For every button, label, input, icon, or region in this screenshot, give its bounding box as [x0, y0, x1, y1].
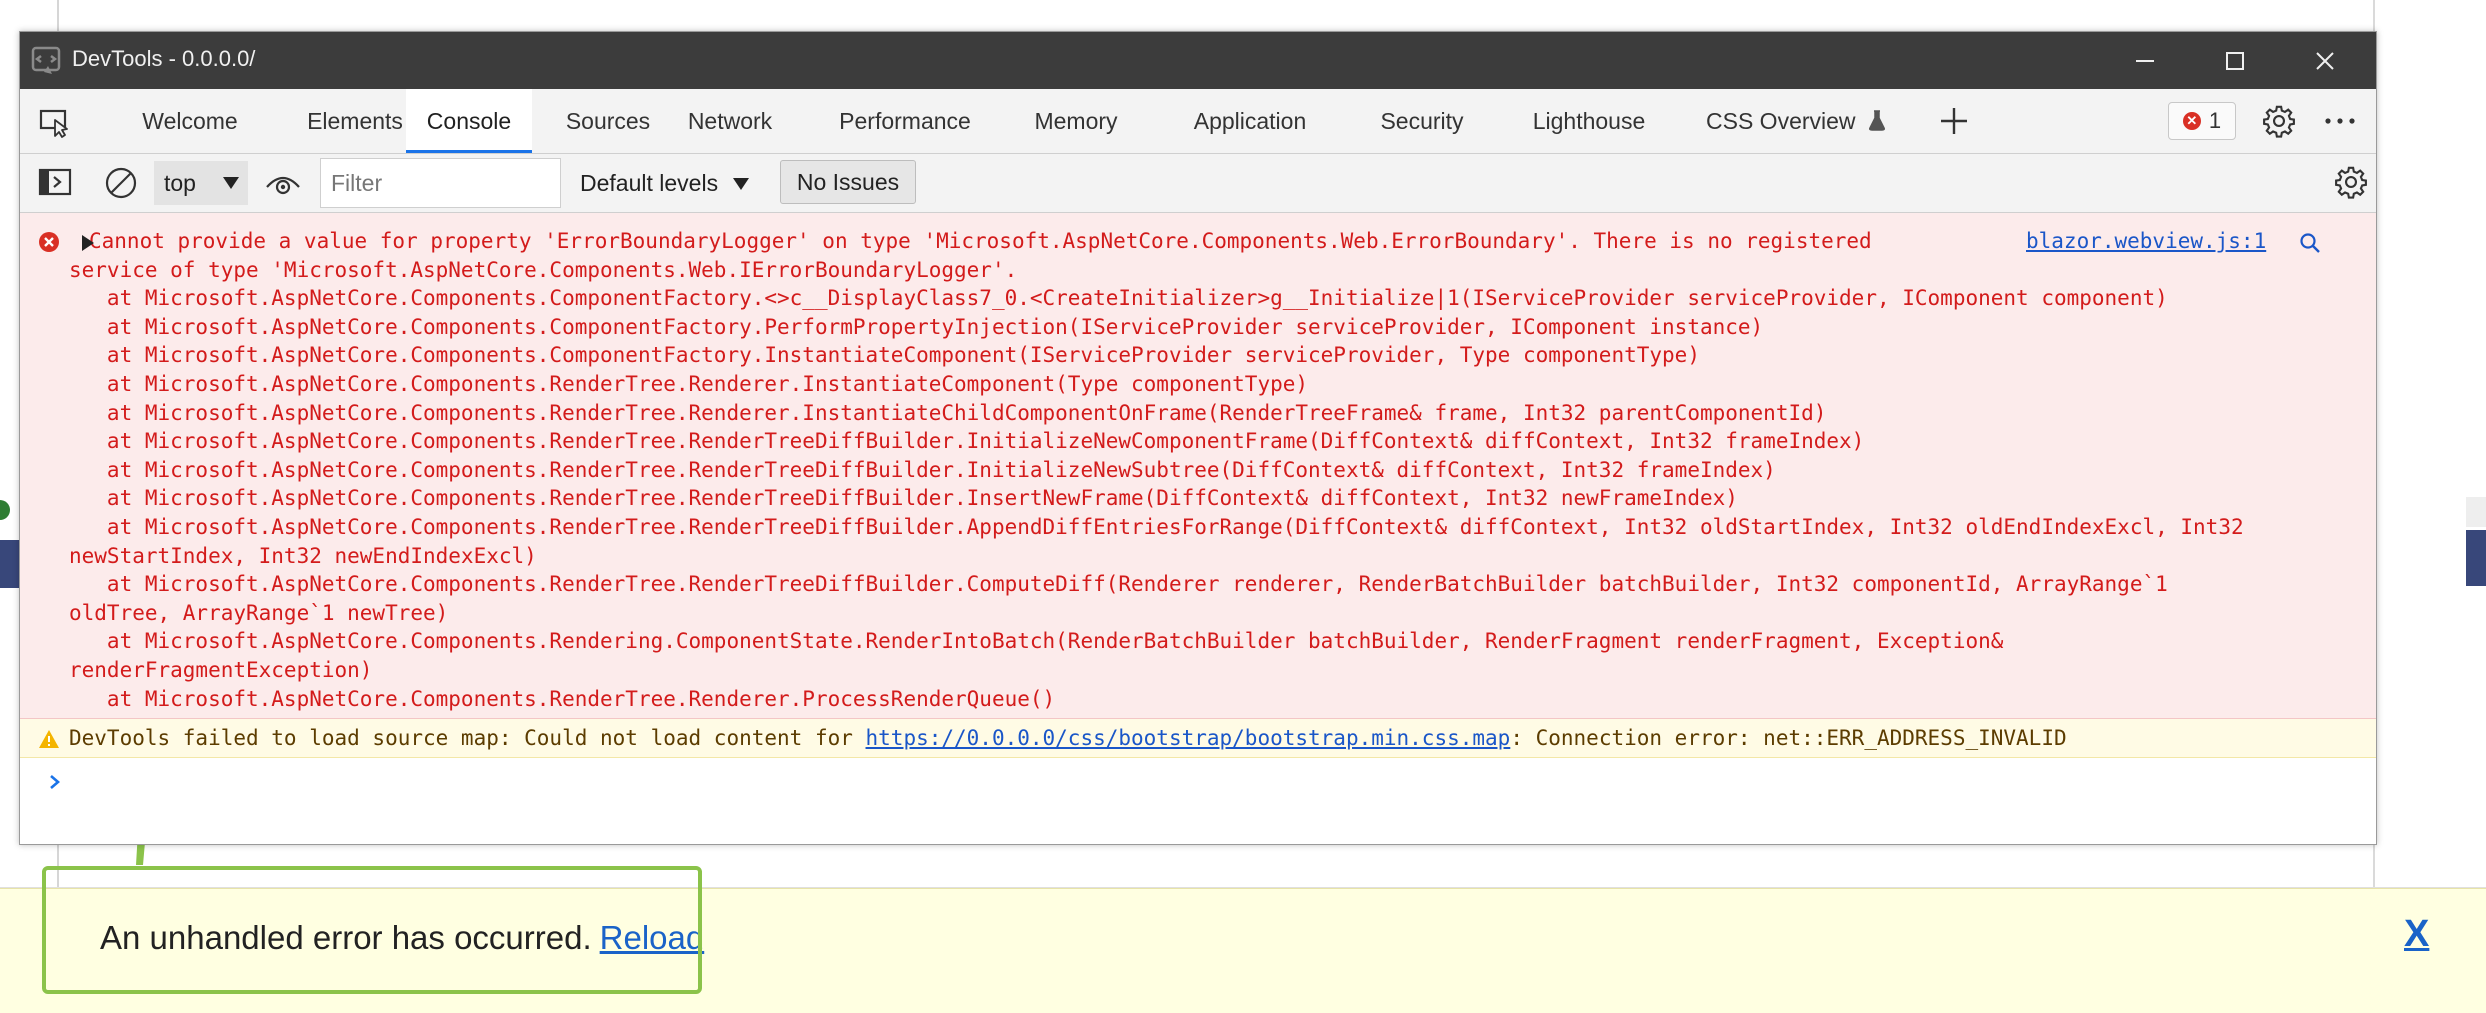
maximize-icon [2226, 51, 2244, 70]
main-tab-bar: Welcome Elements Console Sources Network… [20, 89, 2376, 154]
expand-triangle-icon[interactable] [80, 234, 96, 252]
live-expression-button[interactable] [264, 165, 302, 206]
background-app-band-left [0, 540, 20, 588]
console-error-message[interactable]: Cannot provide a value for property 'Err… [20, 213, 2376, 719]
source-map-link[interactable]: https://0.0.0.0/css/bootstrap/bootstrap.… [866, 726, 1511, 750]
tab-performance[interactable]: Performance [820, 89, 990, 153]
error-stack-trace: Cannot provide a value for property 'Err… [69, 229, 2244, 711]
prompt-chevron-icon [50, 775, 60, 789]
console-messages: Cannot provide a value for property 'Err… [20, 213, 2376, 844]
warning-prefix: DevTools failed to load source map: Coul… [69, 726, 866, 750]
customize-menu-button[interactable] [2320, 109, 2360, 138]
filter-input[interactable] [320, 158, 561, 208]
console-settings-button[interactable] [2334, 165, 2368, 204]
eye-icon [266, 176, 300, 195]
error-count: 1 [2208, 108, 2222, 133]
more-options-icon [2325, 118, 2355, 124]
tab-welcome[interactable]: Welcome [120, 89, 260, 153]
minimize-icon [2136, 59, 2154, 62]
device-emulation-button[interactable] [38, 106, 70, 143]
tab-memory[interactable]: Memory [1016, 89, 1136, 153]
close-icon [2316, 51, 2334, 70]
title-bar: DevTools - 0.0.0.0/ [20, 32, 2376, 89]
console-warning-message[interactable]: DevTools failed to load source map: Coul… [20, 719, 2376, 758]
log-levels-dropdown[interactable]: Default levels [580, 161, 750, 205]
more-tabs-button[interactable] [1938, 105, 1970, 142]
error-icon [39, 232, 59, 252]
search-icon[interactable] [2298, 231, 2322, 255]
tab-network[interactable]: Network [670, 89, 790, 153]
warning-suffix: : Connection error: net::ERR_ADDRESS_INV… [1510, 726, 2067, 750]
highlight-callout-box [42, 866, 702, 994]
background-app-band-right [2466, 530, 2486, 586]
window-title: DevTools - 0.0.0.0/ [72, 46, 256, 71]
settings-button[interactable] [2262, 104, 2296, 143]
sidebar-toggle-icon [38, 168, 72, 196]
log-levels-value: Default levels [580, 170, 719, 196]
close-window-button[interactable] [2280, 32, 2370, 89]
error-counter-badge[interactable]: ✕ 1 [2168, 102, 2236, 140]
tab-css-overview-label: CSS Overview [1706, 108, 1856, 134]
tab-lighthouse[interactable]: Lighthouse [1514, 89, 1664, 153]
plus-icon [1941, 108, 1967, 134]
context-selector-value: top [164, 170, 196, 196]
dismiss-banner-button[interactable]: X [2404, 913, 2429, 956]
device-toolbar-icon [39, 109, 68, 138]
gear-icon [2263, 105, 2295, 138]
console-toolbar: top Default levels No Issues [20, 154, 2376, 213]
clear-icon [105, 167, 137, 199]
warning-icon [39, 730, 59, 748]
error-source-link[interactable]: blazor.webview.js:1 [2026, 227, 2267, 256]
warning-text: DevTools failed to load source map: Coul… [69, 724, 2067, 752]
error-icon: ✕ [2182, 112, 2201, 130]
tab-security[interactable]: Security [1360, 89, 1484, 153]
issues-button[interactable]: No Issues [780, 160, 916, 204]
devtools-window: DevTools - 0.0.0.0/ Welcome Elements Con… [19, 31, 2377, 845]
maximize-button[interactable] [2190, 32, 2280, 89]
tab-sources[interactable]: Sources [546, 89, 670, 153]
background-app-marker [0, 500, 10, 520]
devtools-app-icon [31, 46, 61, 74]
caret-down-icon [733, 178, 750, 190]
background-app-band-right-light [2466, 497, 2486, 527]
tab-application[interactable]: Application [1170, 89, 1330, 153]
clear-console-button[interactable] [104, 166, 138, 205]
minimize-button[interactable] [2100, 32, 2190, 89]
tab-elements[interactable]: Elements [290, 89, 420, 153]
experimental-flask-icon [1868, 110, 1885, 131]
gear-icon [2335, 166, 2367, 199]
tab-console[interactable]: Console [406, 89, 532, 153]
tab-css-overview[interactable]: CSS Overview [1706, 89, 1886, 153]
show-sidebar-button[interactable] [38, 167, 72, 202]
context-selector[interactable]: top [154, 161, 248, 205]
console-prompt[interactable] [46, 771, 64, 798]
caret-down-icon [223, 177, 239, 189]
